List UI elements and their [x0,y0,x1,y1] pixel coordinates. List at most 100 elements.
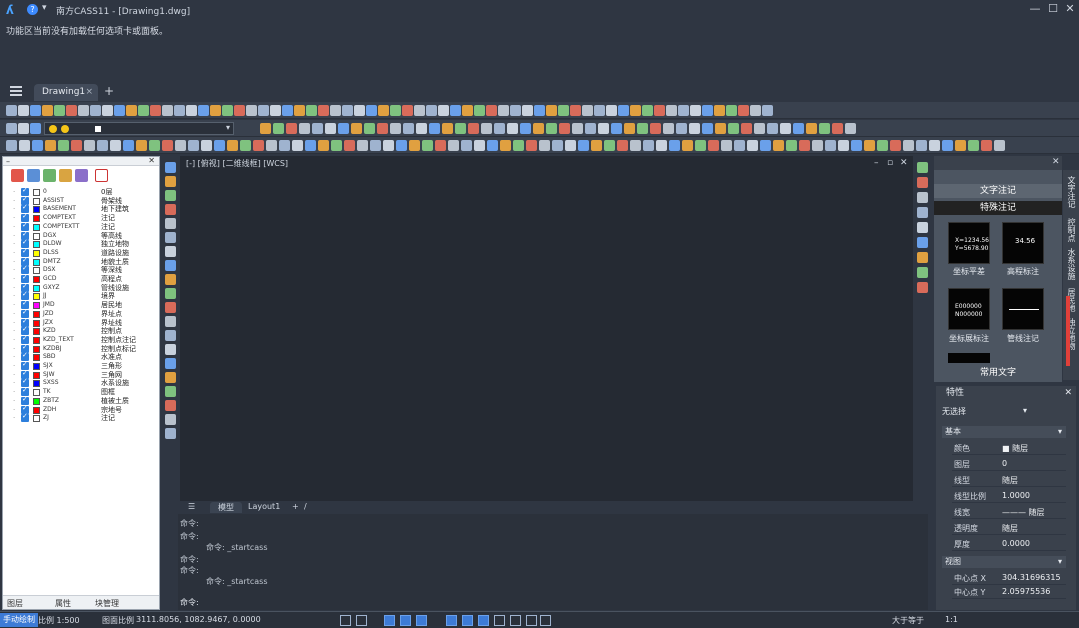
close-button[interactable]: ✕ [1063,2,1077,16]
tool-icon[interactable] [165,358,176,369]
toolbar-icon[interactable] [282,105,293,116]
toolbar-icon[interactable] [383,140,394,151]
minimize-button[interactable]: — [1028,2,1042,16]
tab-model[interactable]: 模型 [210,502,242,513]
toolbar-icon[interactable] [669,140,680,151]
transparency-toggle[interactable] [494,615,505,626]
layer-color-swatch[interactable] [33,319,40,327]
command-prompt[interactable]: 命令: [180,597,199,608]
toolbar-icon[interactable] [71,140,82,151]
toolbar-icon[interactable] [481,123,492,134]
tool-icon[interactable] [165,344,176,355]
draw-mode-label[interactable]: 手动绘制 [0,613,38,627]
toolbar-icon[interactable] [559,123,570,134]
scale-label[interactable]: 比例 1:500 [38,615,80,626]
toolbar-icon[interactable] [42,105,53,116]
toolbar-icon[interactable] [598,123,609,134]
toolbar-icon[interactable] [845,123,856,134]
layer-row[interactable]: · GXYZ 管线设施 [13,282,153,293]
group-view[interactable]: 视图 ▾ [942,556,1066,568]
toolbar-icon[interactable] [494,123,505,134]
panel-collapse-icon[interactable]: – [6,157,10,166]
section-text-annotation[interactable]: 文字注记 [934,184,1062,198]
prop-row[interactable]: 线型 随层 [952,474,1066,487]
layer-color-swatch[interactable] [33,336,40,344]
toolbar-icon[interactable] [981,140,992,151]
toolbar-icon[interactable] [793,123,804,134]
prop-value[interactable]: 0.0000 [1002,539,1030,548]
annotation-scale-label[interactable]: 1:1 [945,615,958,624]
toolbar-icon[interactable] [162,105,173,116]
toolbar-icon[interactable] [656,140,667,151]
selection-cycle-toggle[interactable] [510,615,521,626]
toolbar-icon[interactable] [591,140,602,151]
toolbar-icon[interactable] [294,105,305,116]
toolbar-icon[interactable] [520,123,531,134]
toolbar-icon[interactable] [253,140,264,151]
viewport-minimize-button[interactable]: – [874,158,879,168]
toolbar-icon[interactable] [30,105,41,116]
tool-icon[interactable] [917,282,928,293]
layer-row[interactable]: · COMPTEXT 注记 [13,212,153,223]
drawing-scale-label[interactable]: 图面比例 [102,615,134,626]
layer-row[interactable]: · BASEMENT 地下建筑 [13,203,153,214]
toolbar-icon[interactable] [708,140,719,151]
toolbar-icon[interactable] [760,140,771,151]
layer-row[interactable]: · ASSIST 骨架线 [13,195,153,206]
toolbar-icon[interactable] [18,105,29,116]
layer-row[interactable]: · SJW 三角网 [13,369,153,380]
toolbar-icon[interactable] [260,123,271,134]
panel-close-icon[interactable]: ✕ [1064,386,1072,400]
toolbar-icon[interactable] [498,105,509,116]
group-basic[interactable]: 基本 ▾ [942,426,1066,438]
toolbar-icon[interactable] [201,140,212,151]
toolbar-icon[interactable] [533,123,544,134]
panel-close-icon[interactable]: ✕ [1052,157,1060,167]
layer-color-swatch[interactable] [33,389,40,397]
toolbar-icon[interactable] [175,140,186,151]
toolbar-icon[interactable] [325,123,336,134]
dyn-toggle[interactable] [462,615,473,626]
layer-color-swatch[interactable] [33,267,40,275]
toolbar-icon[interactable] [123,140,134,151]
new-layer-icon[interactable] [11,169,24,182]
toolbar-icon[interactable] [773,140,784,151]
toolbar-icon[interactable] [994,140,1005,151]
toolbar-icon[interactable] [364,123,375,134]
thumb-coord-grid[interactable]: E000000 N000000 [948,288,990,330]
toolbar-icon[interactable] [54,105,65,116]
toolbar-icon[interactable] [461,140,472,151]
toolbar-icon[interactable] [58,140,69,151]
toolbar-icon[interactable] [270,105,281,116]
tool-icon[interactable] [165,274,176,285]
toolbar-icon[interactable] [138,105,149,116]
layer-row[interactable]: · JMD 居民地 [13,299,153,310]
layer-color-swatch[interactable] [33,371,40,379]
layer-select[interactable]: ▾ [44,122,234,135]
otrack-toggle[interactable] [446,615,457,626]
toolbar-icon[interactable] [877,140,888,151]
side-tab-scrollbar[interactable] [1066,296,1070,366]
tab-properties[interactable]: 属性 [55,598,71,609]
toolbar-icon[interactable] [299,123,310,134]
toolbar-icon[interactable] [429,123,440,134]
layer-color-swatch[interactable] [33,345,40,353]
tool-icon[interactable] [165,316,176,327]
toolbar-icon[interactable] [114,105,125,116]
viewport-restore-button[interactable]: ▫ [887,158,893,168]
grid-toggle[interactable] [340,615,351,626]
layer-color-swatch[interactable] [33,197,40,205]
toolbar-icon[interactable] [342,105,353,116]
toolbar-icon[interactable] [30,123,41,134]
toolbar-icon[interactable] [234,105,245,116]
toolbar-icon[interactable] [526,140,537,151]
toolbar-icon[interactable] [246,105,257,116]
layer-row[interactable]: · JZX 界址线 [13,317,153,328]
tool-icon[interactable] [917,222,928,233]
tool-icon[interactable] [165,246,176,257]
menu-icon[interactable] [10,86,22,96]
side-tab[interactable]: 水系设施 [1065,248,1077,280]
toolbar-icon[interactable] [214,140,225,151]
toolbar-icon[interactable] [448,140,459,151]
layer-row[interactable]: · GCD 高程点 [13,273,153,284]
